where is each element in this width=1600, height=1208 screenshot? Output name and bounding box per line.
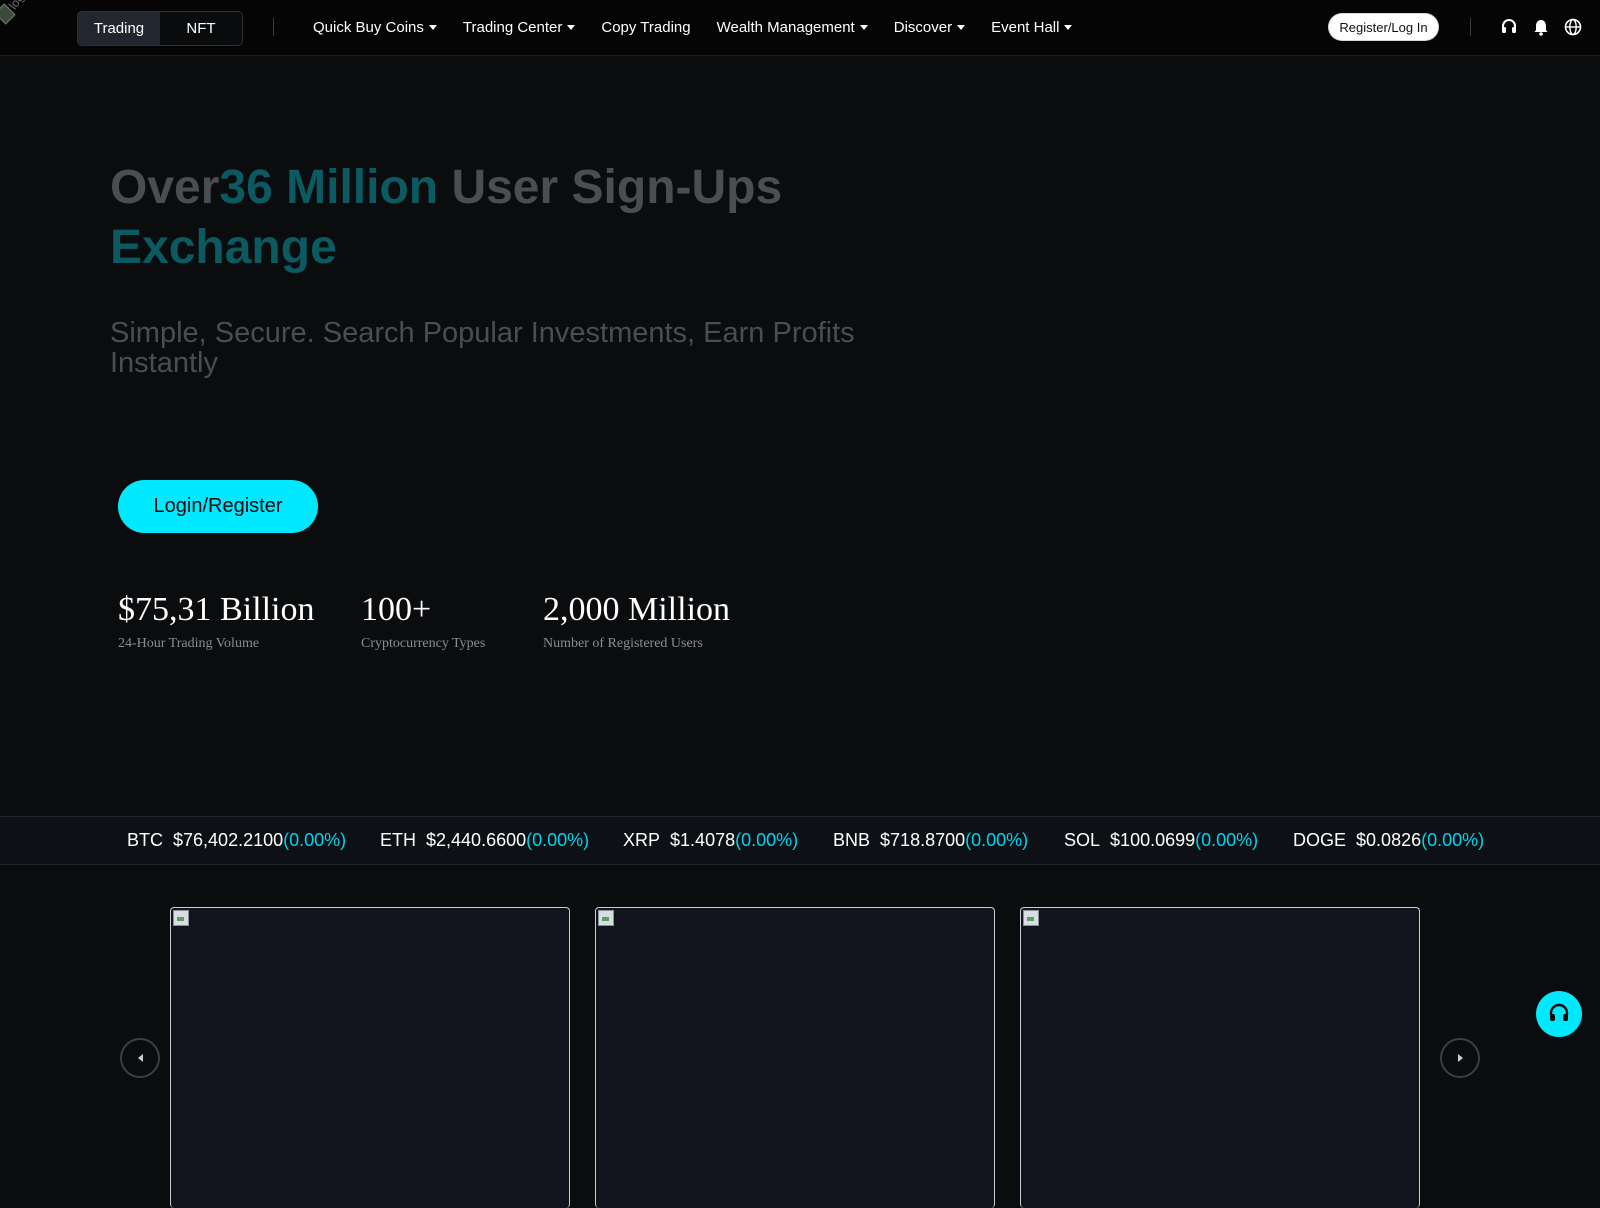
nav-item-quick-buy-coins[interactable]: Quick Buy Coins [313,19,437,36]
carousel-card[interactable] [170,907,570,1208]
ticker-change: (0.00%) [1421,830,1485,850]
tab-trading[interactable]: Trading [78,12,160,45]
bell-icon[interactable] [1532,18,1550,36]
carousel-card[interactable] [595,907,995,1208]
broken-image-icon [1023,910,1039,926]
price-ticker: BTC $76,402.2100(0.00%) ETH $2,440.6600(… [0,816,1600,865]
hero-title: Over36 Million User Sign-Ups Exchange [110,158,910,278]
ticker-item-xrp[interactable]: XRP $1.4078(0.00%) [623,830,798,851]
logo[interactable]: logo [0,0,40,40]
ticker-change: (0.00%) [283,830,347,850]
nav-item-label: Quick Buy Coins [313,19,424,36]
ticker-symbol: BNB [833,830,871,850]
nav-item-label: Copy Trading [601,19,691,36]
nav-item-copy-trading[interactable]: Copy Trading [601,19,690,36]
ticker-symbol: SOL [1064,830,1101,850]
ticker-change: (0.00%) [965,830,1029,850]
stat-label: Number of Registered Users [543,636,703,651]
register-login-button[interactable]: Register/Log In [1329,14,1438,40]
ticker-price: $0.0826 [1356,830,1422,850]
stat-value: 2,000 Million [543,591,731,628]
carousel-card[interactable] [1020,907,1420,1208]
hero-title-highlight: 36 Million [219,161,439,214]
caret-down-icon [567,25,576,30]
stat-value: $75,31 Billion [118,591,315,628]
ticker-change: (0.00%) [526,830,590,850]
caret-down-icon [1064,25,1073,30]
broken-image-icon [598,910,614,926]
nav-item-event-hall[interactable]: Event Hall [991,19,1073,36]
ticker-item-bnb[interactable]: BNB $718.8700(0.00%) [833,830,1028,851]
hero-title-suffix: User Sign-Ups [438,161,783,214]
nav-item-discover[interactable]: Discover [893,19,966,36]
tab-nft[interactable]: NFT [160,12,242,45]
nav-item-trading-center[interactable]: Trading Center [463,19,576,36]
caret-down-icon [957,25,966,30]
ticker-price: $718.8700 [880,830,966,850]
stat-value: 100+ [361,591,432,628]
globe-icon[interactable] [1564,18,1582,36]
headset-icon[interactable] [1500,18,1518,36]
stat-label: Cryptocurrency Types [361,636,486,651]
carousel-prev-button[interactable] [120,1038,160,1078]
nav-item-label: Event Hall [991,19,1060,36]
stat-label: 24-Hour Trading Volume [118,636,260,651]
ticker-item-sol[interactable]: SOL $100.0699(0.00%) [1064,830,1258,851]
caret-down-icon [428,25,437,30]
nav-item-label: Wealth Management [716,19,855,36]
ticker-price: $1.4078 [670,830,736,850]
chevron-left-icon [137,1054,143,1062]
stat-registered-users: 2,000 Million Number of Registered Users [543,590,730,652]
hero-subtitle: Simple, Secure. Search Popular Investmen… [110,317,855,379]
nav-divider [1470,18,1471,36]
ticker-item-doge[interactable]: DOGE $0.0826(0.00%) [1293,830,1484,851]
chevron-right-icon [1457,1054,1463,1062]
stat-crypto-types: 100+ Cryptocurrency Types [361,590,485,652]
hero-title-prefix: Over [110,161,220,214]
main-nav: Quick Buy Coins Trading Center Copy Trad… [313,0,1098,55]
ticker-price: $76,402.2100 [173,830,284,850]
ticker-symbol: BTC [127,830,163,850]
nav-item-label: Trading Center [462,19,563,36]
nav-item-label: Discover [893,19,953,36]
ticker-symbol: ETH [380,830,416,850]
support-chat-button[interactable] [1536,991,1582,1037]
hero-title-line2: Exchange [110,221,337,274]
ticker-change: (0.00%) [1195,830,1259,850]
nav-item-wealth-management[interactable]: Wealth Management [717,19,868,36]
nav-divider [273,18,274,36]
ticker-price: $2,440.6600 [426,830,527,850]
top-nav-bar: logo Trading NFT Quick Buy Coins Trading… [0,0,1600,56]
ticker-item-eth[interactable]: ETH $2,440.6600(0.00%) [380,830,589,851]
caret-down-icon [859,25,868,30]
headset-icon [1549,1003,1569,1021]
ticker-change: (0.00%) [735,830,799,850]
stat-trading-volume: $75,31 Billion 24-Hour Trading Volume [118,590,314,652]
ticker-symbol: XRP [623,830,661,850]
ticker-price: $100.0699 [1110,830,1196,850]
mode-toggle: Trading NFT [77,11,243,46]
ticker-item-btc[interactable]: BTC $76,402.2100(0.00%) [127,830,346,851]
broken-image-icon [173,910,189,926]
login-register-button[interactable]: Login/Register [118,480,318,533]
ticker-symbol: DOGE [1293,830,1347,850]
carousel-next-button[interactable] [1440,1038,1480,1078]
